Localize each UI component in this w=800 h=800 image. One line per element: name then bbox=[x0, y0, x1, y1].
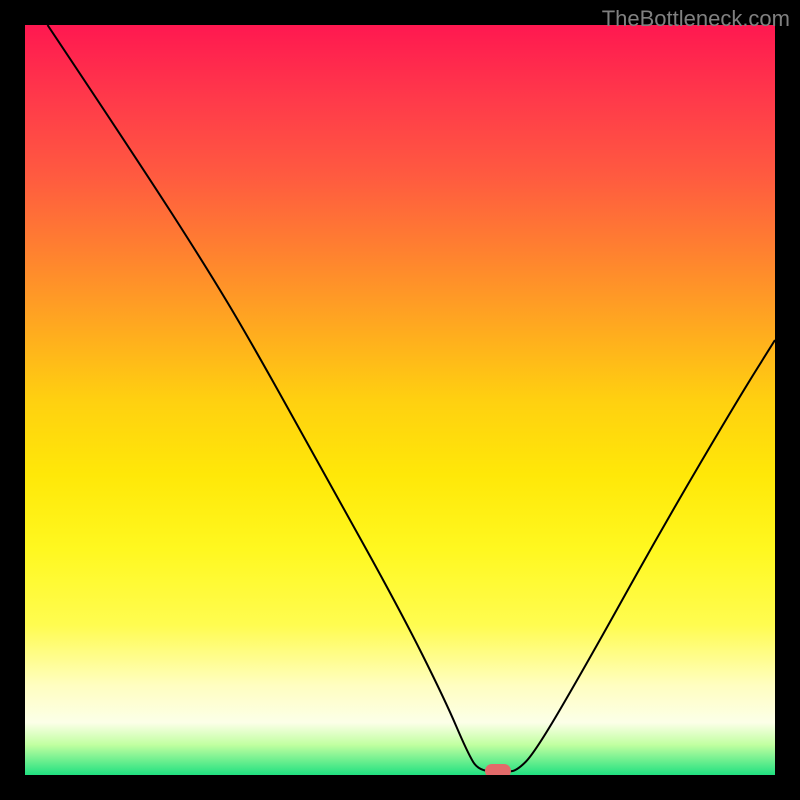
optimal-marker bbox=[485, 764, 511, 775]
watermark-text: TheBottleneck.com bbox=[602, 6, 790, 32]
chart-curve-svg bbox=[25, 25, 775, 775]
bottleneck-curve-path bbox=[48, 25, 776, 771]
chart-plot-area bbox=[25, 25, 775, 775]
